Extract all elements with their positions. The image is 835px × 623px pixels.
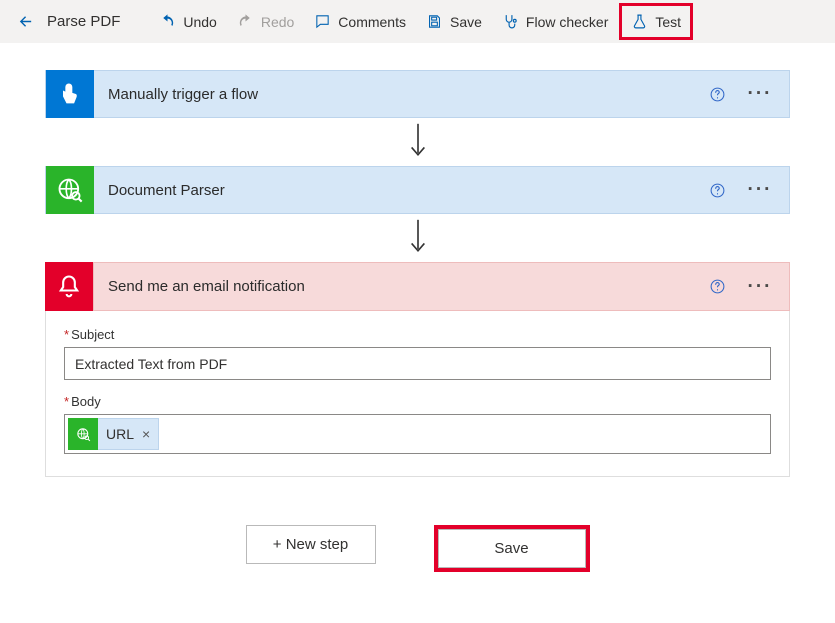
email-icon [45, 262, 93, 311]
body-label: *Body [64, 394, 771, 409]
redo-label: Redo [261, 14, 294, 30]
new-step-button[interactable]: + New step [246, 525, 376, 564]
more-button[interactable]: ··· [745, 179, 775, 201]
required-mark: * [64, 394, 69, 409]
step-trigger[interactable]: Manually trigger a flow ··· [45, 70, 790, 118]
help-icon [709, 86, 726, 103]
globe-search-icon [75, 426, 92, 443]
globe-search-icon [56, 176, 84, 204]
redo-icon [237, 13, 254, 30]
save-label: Save [494, 540, 528, 557]
touch-icon [56, 80, 84, 108]
stethoscope-icon [502, 13, 519, 30]
arrow-down-icon [407, 218, 429, 258]
save-icon [426, 13, 443, 30]
connector-arrow [407, 214, 429, 262]
undo-label: Undo [183, 14, 216, 30]
help-icon [709, 182, 726, 199]
flow-canvas: Manually trigger a flow ··· Document Par… [0, 43, 835, 592]
comments-button[interactable]: Comments [305, 6, 415, 37]
more-button[interactable]: ··· [745, 276, 775, 298]
more-button[interactable]: ··· [745, 83, 775, 105]
undo-button[interactable]: Undo [150, 6, 225, 37]
token-label: URL [106, 426, 138, 442]
bell-icon [55, 273, 83, 301]
save-button-highlight: Save [434, 525, 590, 572]
help-icon [709, 278, 726, 295]
test-button-highlight: Test [619, 3, 693, 40]
required-mark: * [64, 327, 69, 342]
subject-label: *Subject [64, 327, 771, 342]
parser-icon [46, 166, 94, 214]
redo-button: Redo [228, 6, 303, 37]
flow-checker-label: Flow checker [526, 14, 608, 30]
token-source-icon [68, 418, 98, 450]
trigger-icon [46, 70, 94, 118]
step-email-title: Send me an email notification [108, 278, 695, 295]
comment-icon [314, 13, 331, 30]
body-label-text: Body [71, 394, 101, 409]
test-label: Test [655, 14, 681, 30]
save-button[interactable]: Save [438, 529, 586, 568]
step-parser[interactable]: Document Parser ··· [45, 166, 790, 214]
help-button[interactable] [707, 277, 727, 297]
subject-value: Extracted Text from PDF [75, 356, 227, 372]
step-trigger-title: Manually trigger a flow [108, 86, 695, 103]
back-button[interactable] [10, 6, 41, 37]
body-input[interactable]: URL × [64, 414, 771, 454]
dynamic-token-url[interactable]: URL × [68, 418, 159, 450]
connector-arrow [407, 118, 429, 166]
subject-label-text: Subject [71, 327, 114, 342]
toolbar: Parse PDF Undo Redo Comments Save Flow c… [0, 0, 835, 43]
flow-checker-button[interactable]: Flow checker [493, 6, 617, 37]
test-button[interactable]: Test [622, 6, 690, 37]
arrow-down-icon [407, 122, 429, 162]
help-button[interactable] [707, 180, 727, 200]
save-button-toolbar[interactable]: Save [417, 6, 491, 37]
token-remove[interactable]: × [138, 426, 158, 442]
new-step-label: + New step [273, 536, 348, 553]
flask-icon [631, 13, 648, 30]
bottom-actions: + New step Save [246, 525, 590, 572]
step-email[interactable]: Send me an email notification ··· [45, 262, 790, 311]
page-title: Parse PDF [43, 6, 148, 37]
subject-input[interactable]: Extracted Text from PDF [64, 347, 771, 380]
undo-icon [159, 13, 176, 30]
arrow-left-icon [17, 13, 34, 30]
comments-label: Comments [338, 14, 406, 30]
step-parser-title: Document Parser [108, 182, 695, 199]
save-toolbar-label: Save [450, 14, 482, 30]
step-email-body: *Subject Extracted Text from PDF *Body U… [45, 311, 790, 477]
help-button[interactable] [707, 84, 727, 104]
